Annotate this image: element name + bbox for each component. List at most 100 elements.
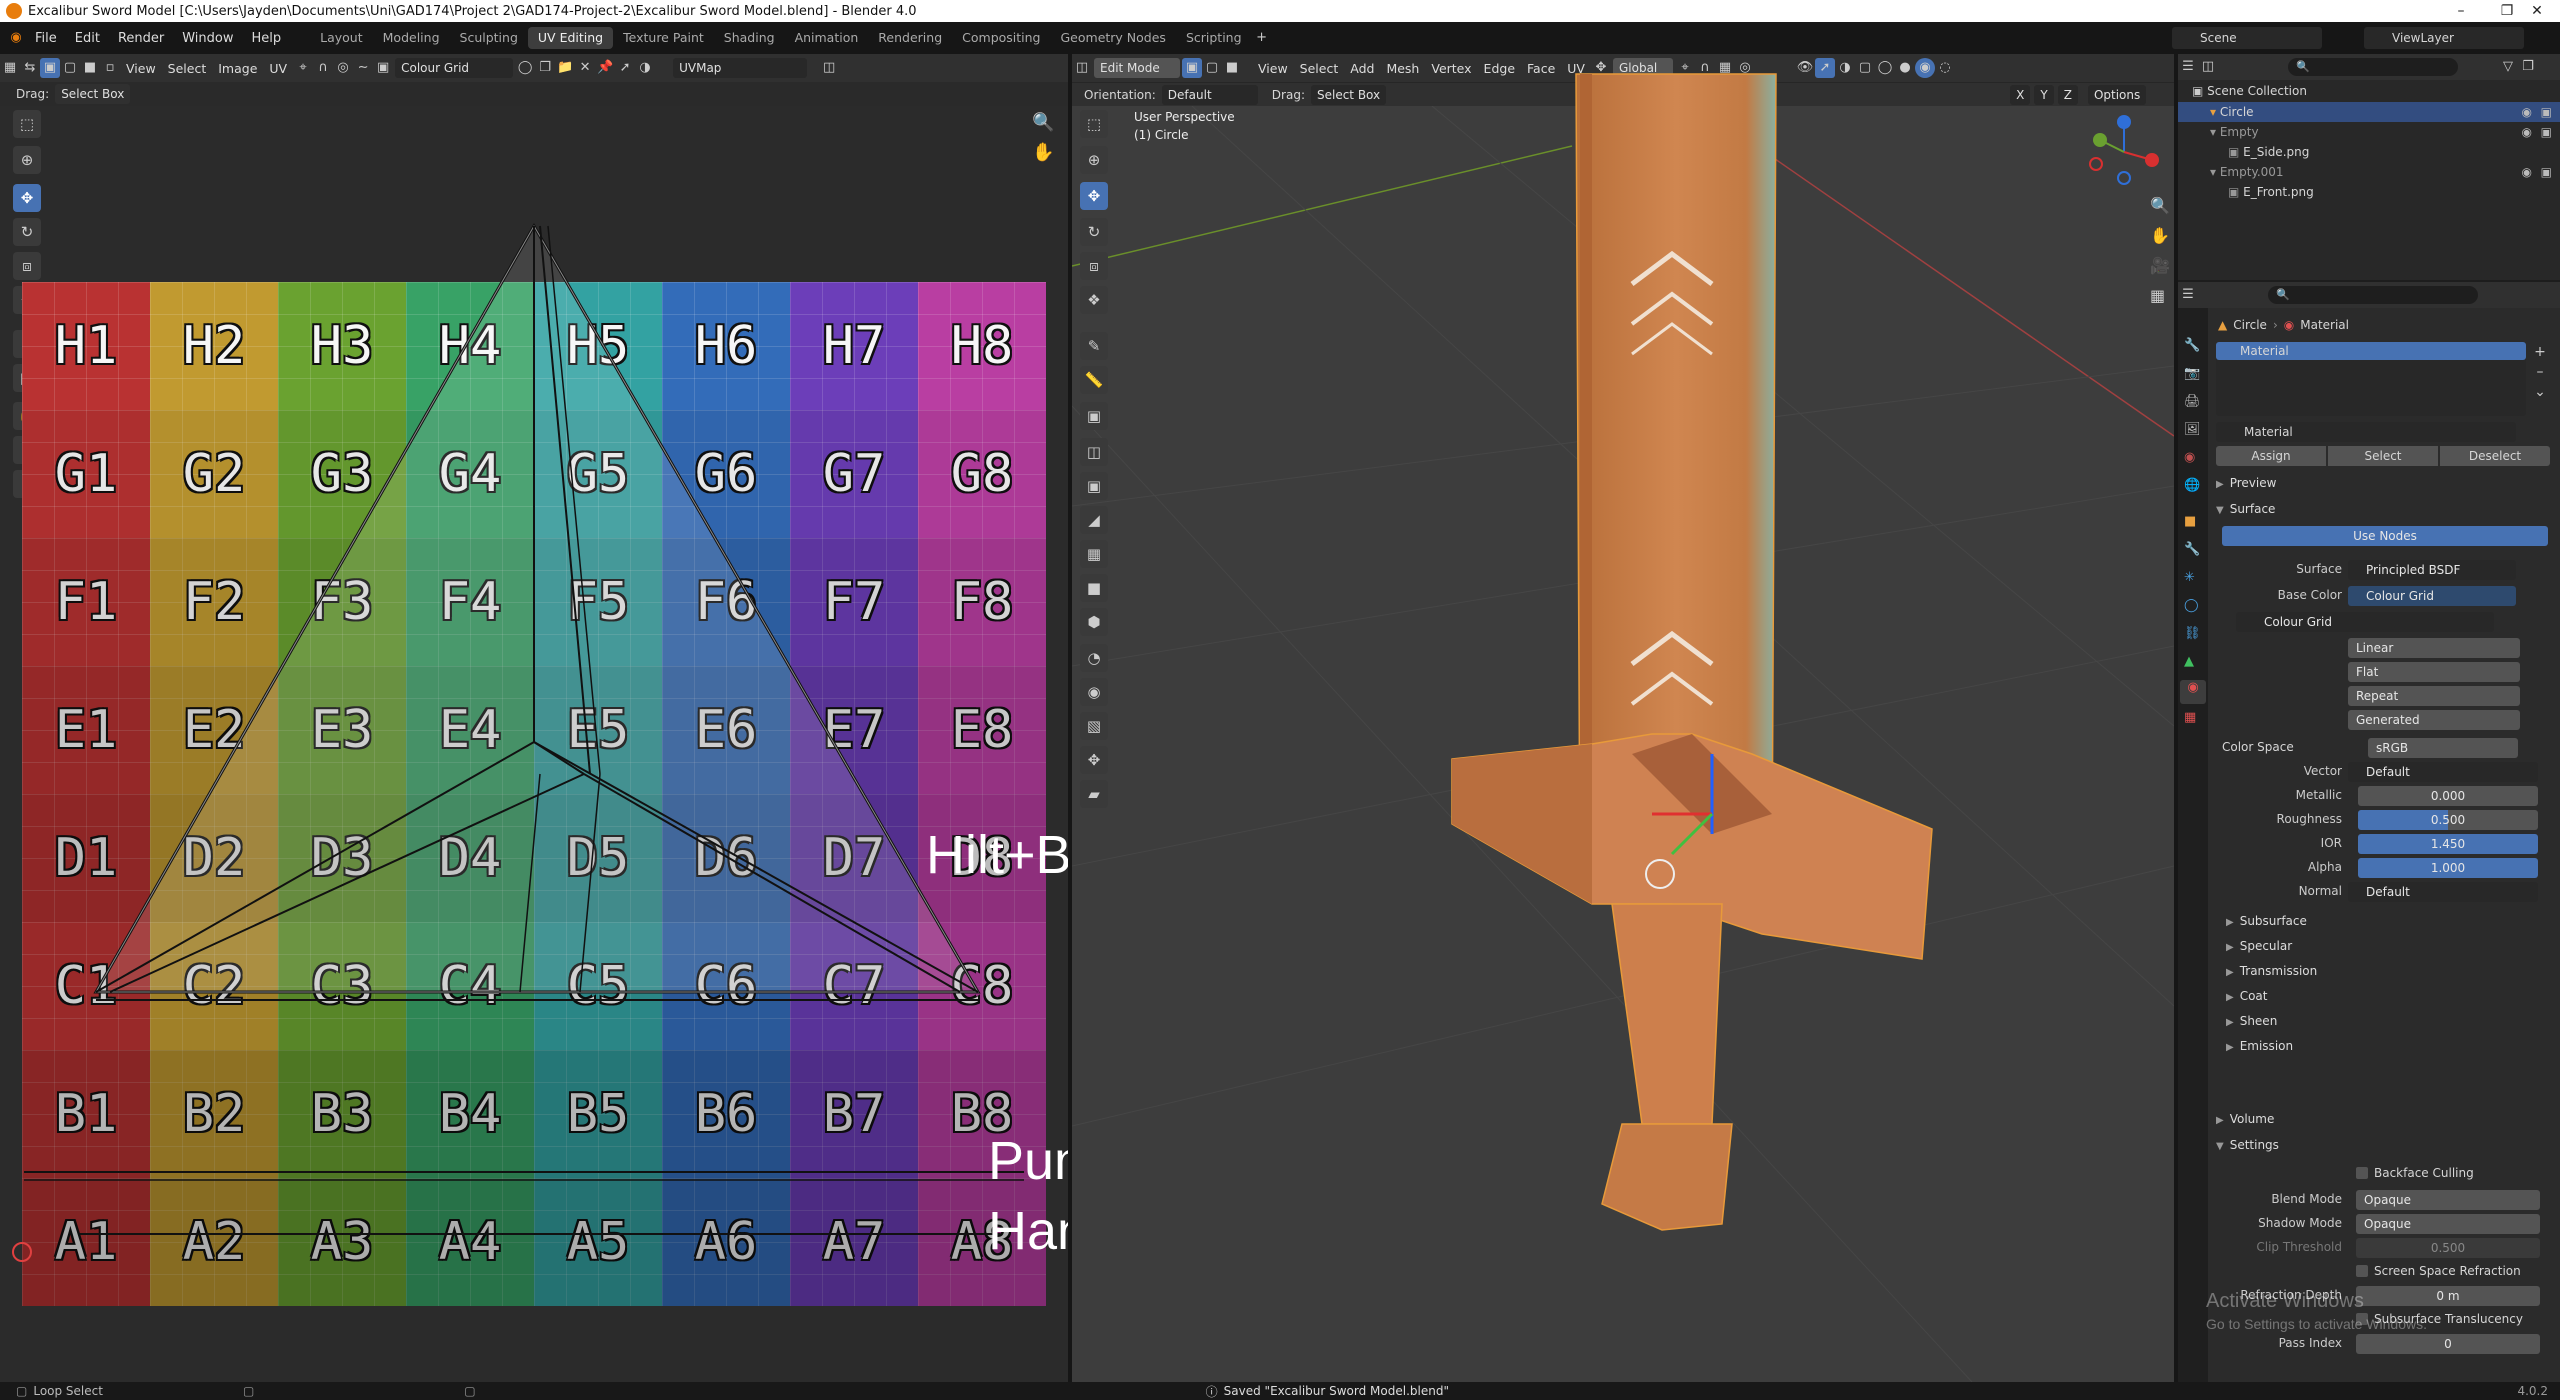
- view-layer-selector[interactable]: ViewLayer: [2364, 27, 2524, 49]
- vp-measure-tool-icon[interactable]: 📏: [1080, 366, 1108, 394]
- metallic-slider[interactable]: 0.000: [2358, 786, 2538, 806]
- volume-panel-header[interactable]: ▶ Volume: [2216, 1112, 2274, 1126]
- navigation-gizmo[interactable]: [2084, 112, 2164, 192]
- vp-shear-icon[interactable]: ▰: [1080, 780, 1108, 808]
- refraction-depth-field[interactable]: 0 m: [2356, 1286, 2540, 1306]
- vp-rotate-tool-icon[interactable]: ↻: [1080, 218, 1108, 246]
- physics-tab-icon[interactable]: ◯: [2184, 598, 2199, 613]
- tab-rendering[interactable]: Rendering: [868, 27, 952, 49]
- material-datablock-field[interactable]: Material: [2216, 422, 2516, 442]
- pass-index-field[interactable]: 0: [2356, 1334, 2540, 1354]
- tab-texture-paint[interactable]: Texture Paint: [613, 27, 714, 49]
- color-space-select[interactable]: sRGB: [2368, 738, 2518, 758]
- roughness-slider[interactable]: 0.500: [2358, 810, 2538, 830]
- image-texture-field[interactable]: Colour Grid: [2236, 612, 2494, 632]
- texture-tab-icon[interactable]: ▦: [2184, 710, 2196, 725]
- outliner-search-input[interactable]: 🔍: [2288, 58, 2458, 76]
- add-slot-icon[interactable]: +: [2530, 342, 2550, 362]
- vp-inset-icon[interactable]: ▣: [1080, 472, 1108, 500]
- ssr-checkbox[interactable]: Screen Space Refraction: [2356, 1264, 2521, 1278]
- normal-field[interactable]: Default: [2348, 882, 2538, 902]
- material-tab-icon[interactable]: ◉: [2180, 680, 2206, 704]
- shadow-mode-select[interactable]: Opaque: [2356, 1214, 2540, 1234]
- vp-add-cube-icon[interactable]: ▣: [1080, 402, 1108, 430]
- scene-collection-row[interactable]: ▣ Scene Collection: [2192, 84, 2307, 98]
- render-tab-icon[interactable]: 📷: [2184, 366, 2200, 381]
- source-select[interactable]: Generated: [2348, 710, 2520, 730]
- deselect-button[interactable]: Deselect: [2440, 446, 2550, 466]
- vp-scale-tool-icon[interactable]: ⧈: [1080, 252, 1108, 280]
- vp-grid-icon[interactable]: ▦: [2150, 286, 2165, 305]
- visibility-eye-icon[interactable]: ◉: [2522, 162, 2532, 182]
- subpanel-header[interactable]: ▶ Specular: [2226, 939, 2292, 953]
- vp-move-tool-icon[interactable]: ✥: [1080, 182, 1108, 210]
- vp-smooth-icon[interactable]: ◉: [1080, 678, 1108, 706]
- subpanel-header[interactable]: ▶ Emission: [2226, 1039, 2293, 1053]
- tab-geometry-nodes[interactable]: Geometry Nodes: [1051, 27, 1176, 49]
- slot-menu-icon[interactable]: ⌄: [2530, 382, 2550, 402]
- tab-shading[interactable]: Shading: [714, 27, 785, 49]
- remove-slot-icon[interactable]: –: [2530, 362, 2550, 382]
- render-camera-icon[interactable]: ▣: [2541, 102, 2552, 122]
- alpha-slider[interactable]: 1.000: [2358, 858, 2538, 878]
- render-camera-icon[interactable]: ▣: [2541, 122, 2552, 142]
- tab-scripting[interactable]: Scripting: [1176, 27, 1252, 49]
- scene-tab-icon[interactable]: ◉: [2184, 450, 2195, 465]
- subpanel-header[interactable]: ▶ Sheen: [2226, 1014, 2277, 1028]
- select-button[interactable]: Select: [2328, 446, 2438, 466]
- surface-shader-field[interactable]: Principled BSDF: [2348, 560, 2516, 580]
- vp-zoom-icon[interactable]: 🔍: [2150, 196, 2170, 215]
- base-color-field[interactable]: Colour Grid: [2348, 586, 2516, 606]
- outliner-editor-type-icon[interactable]: ☰: [2178, 57, 2198, 77]
- output-tab-icon[interactable]: 🖨: [2184, 394, 2201, 409]
- world-tab-icon[interactable]: 🌐: [2184, 478, 2200, 493]
- tab-uv-editing[interactable]: UV Editing: [527, 27, 614, 49]
- assign-button[interactable]: Assign: [2216, 446, 2326, 466]
- menu-window[interactable]: Window: [173, 31, 242, 46]
- close-button[interactable]: ✕: [2514, 0, 2560, 22]
- data-tab-icon[interactable]: ▲: [2184, 654, 2194, 669]
- interpolation-select[interactable]: Linear: [2348, 638, 2520, 658]
- surface-panel-header[interactable]: ▼ Surface: [2216, 502, 2275, 516]
- properties-editor-type-icon[interactable]: ☰: [2178, 285, 2198, 305]
- visibility-eye-icon[interactable]: ◉: [2522, 102, 2532, 122]
- outliner-item[interactable]: ▾ Empty ◉ ▣: [2178, 122, 2560, 142]
- outliner-item[interactable]: ▣ E_Front.png: [2178, 182, 2560, 202]
- vp-shrink-icon[interactable]: ✥: [1080, 746, 1108, 774]
- tab-sculpting[interactable]: Sculpting: [450, 27, 528, 49]
- menu-render[interactable]: Render: [109, 31, 173, 46]
- vp-transform-tool-icon[interactable]: ❖: [1080, 286, 1108, 314]
- blend-mode-select[interactable]: Opaque: [2356, 1190, 2540, 1210]
- backface-culling-checkbox[interactable]: Backface Culling: [2356, 1166, 2474, 1180]
- constraints-tab-icon[interactable]: ⛓: [2184, 626, 2201, 641]
- outliner-item[interactable]: ▾ Empty.001 ◉ ▣: [2178, 162, 2560, 182]
- tool-tab-icon[interactable]: 🔧: [2184, 338, 2200, 353]
- vp-select-tool-icon[interactable]: ⬚: [1080, 110, 1108, 138]
- menu-file[interactable]: File: [26, 31, 66, 46]
- tab-modeling[interactable]: Modeling: [373, 27, 450, 49]
- vp-poly-build-icon[interactable]: ⬢: [1080, 608, 1108, 636]
- render-camera-icon[interactable]: ▣: [2541, 162, 2552, 182]
- vp-annotate-tool-icon[interactable]: ✎: [1080, 332, 1108, 360]
- menu-edit[interactable]: Edit: [66, 31, 109, 46]
- use-nodes-button[interactable]: Use Nodes: [2222, 526, 2548, 546]
- material-slot-row[interactable]: Material: [2216, 342, 2526, 360]
- new-collection-icon[interactable]: ❐: [2518, 57, 2538, 77]
- tab-animation[interactable]: Animation: [785, 27, 869, 49]
- outliner-item[interactable]: ▾ Circle ◉ ▣: [2178, 102, 2560, 122]
- properties-search-input[interactable]: 🔍: [2268, 286, 2478, 304]
- outliner-item[interactable]: ▣ E_Side.png: [2178, 142, 2560, 162]
- tab-layout[interactable]: Layout: [310, 27, 373, 49]
- vector-field[interactable]: Default: [2348, 762, 2538, 782]
- blender-menu-icon[interactable]: ◉: [6, 28, 26, 48]
- scene-selector[interactable]: Scene: [2172, 27, 2322, 49]
- visibility-eye-icon[interactable]: ◉: [2522, 122, 2532, 142]
- preview-panel-header[interactable]: ▶ Preview: [2216, 476, 2276, 490]
- menu-help[interactable]: Help: [243, 31, 291, 46]
- vp-loop-cut-icon[interactable]: ▦: [1080, 540, 1108, 568]
- subpanel-header[interactable]: ▶ Coat: [2226, 989, 2267, 1003]
- settings-panel-header[interactable]: ▼ Settings: [2216, 1138, 2279, 1152]
- extension-select[interactable]: Repeat: [2348, 686, 2520, 706]
- 3d-viewport[interactable]: ◫ Edit Mode ▣ ▢ ■ View Select Add Mesh V…: [1072, 54, 2174, 1382]
- outliner-filter-icon[interactable]: ▽: [2498, 57, 2518, 77]
